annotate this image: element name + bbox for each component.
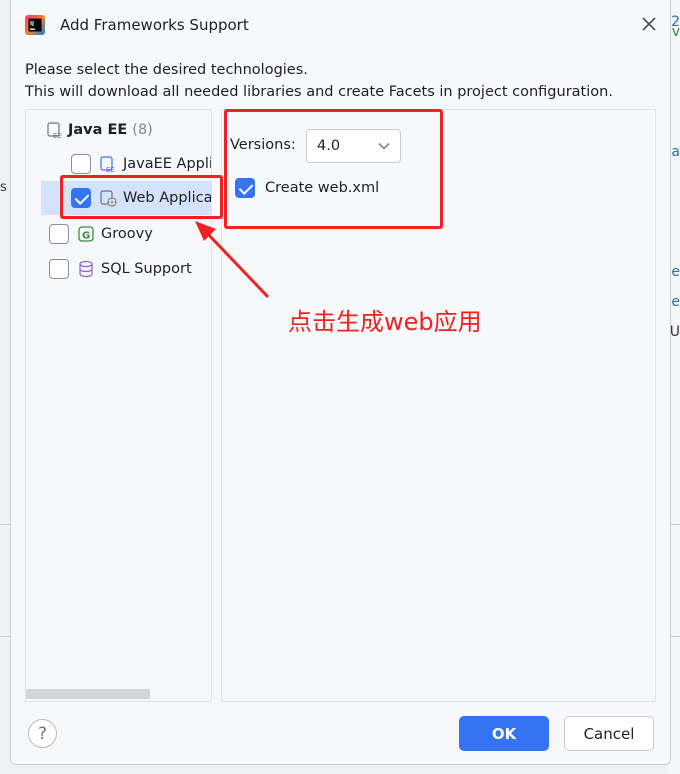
web-app-icon — [100, 190, 117, 207]
javaee-group-icon: EE — [47, 122, 62, 139]
tree-group-javaee[interactable]: EE Java EE (8) — [46, 121, 153, 139]
background-text: U — [669, 324, 680, 340]
create-web-xml-checkbox[interactable] — [235, 178, 255, 198]
tree-item-label: SQL Support — [101, 261, 192, 277]
tree-group-label: Java EE — [68, 122, 128, 138]
javaee-app-icon: EE — [100, 156, 115, 173]
background-text: a — [671, 144, 680, 160]
groovy-icon: G — [78, 226, 94, 242]
intellij-app-icon: IJ — [25, 15, 45, 35]
description-line-2: This will download all needed libraries … — [25, 84, 613, 100]
tree-item-groovy[interactable]: G Groovy — [49, 224, 153, 244]
annotation-arrow — [195, 221, 270, 299]
annotation-text: 点击生成web应用 — [288, 308, 482, 336]
description-line-1: Please select the desired technologies. — [25, 62, 308, 78]
tree-item-sql-support[interactable]: SQL Support — [49, 259, 192, 279]
svg-text:IJ: IJ — [30, 21, 34, 27]
background-divider — [671, 636, 680, 637]
background-divider — [0, 524, 10, 525]
dialog-title: Add Frameworks Support — [60, 16, 249, 34]
tree-item-label: JavaEE Appli — [123, 156, 212, 172]
svg-text:G: G — [82, 231, 90, 242]
svg-text:EE: EE — [106, 166, 115, 173]
database-icon — [79, 260, 93, 278]
framework-settings-panel: Versions: 4.0 Create web.xml — [221, 109, 656, 702]
versions-label: Versions: — [230, 137, 296, 153]
title-bar: IJ Add Frameworks Support — [11, 0, 670, 50]
tree-group-count: (8) — [132, 122, 153, 138]
help-button[interactable]: ? — [28, 719, 57, 748]
tree-item-javaee-application[interactable]: EE JavaEE Appli — [71, 154, 212, 174]
horizontal-scrollbar[interactable] — [26, 689, 150, 699]
versions-value: 4.0 — [317, 138, 341, 154]
cancel-button[interactable]: Cancel — [564, 716, 654, 751]
tree-item-label: Groovy — [101, 226, 153, 242]
close-icon[interactable] — [640, 15, 658, 33]
tree-item-label: Web Applica — [123, 190, 212, 206]
background-text: e — [671, 294, 680, 310]
background-text: e — [671, 264, 680, 280]
sql-support-checkbox[interactable] — [49, 259, 69, 279]
tree-item-web-application[interactable]: Web Applica — [41, 181, 212, 215]
javaee-application-checkbox[interactable] — [71, 154, 91, 174]
ok-button[interactable]: OK — [459, 716, 549, 751]
groovy-checkbox[interactable] — [49, 224, 69, 244]
background-text: v — [671, 24, 680, 40]
chevron-down-icon — [378, 143, 390, 150]
create-web-xml-label: Create web.xml — [265, 180, 380, 196]
background-text: s — [0, 180, 7, 195]
frameworks-tree: EE Java EE (8) EE JavaEE Appli Web Appli… — [25, 109, 212, 702]
background-divider — [671, 524, 680, 525]
background-divider — [0, 636, 10, 637]
web-application-checkbox[interactable] — [71, 188, 91, 208]
add-frameworks-dialog: IJ Add Frameworks Support Please select … — [10, 0, 671, 765]
help-icon: ? — [37, 723, 48, 744]
versions-dropdown[interactable]: 4.0 — [306, 129, 401, 163]
create-web-xml-option[interactable]: Create web.xml — [235, 178, 379, 198]
svg-text:EE: EE — [53, 132, 62, 139]
